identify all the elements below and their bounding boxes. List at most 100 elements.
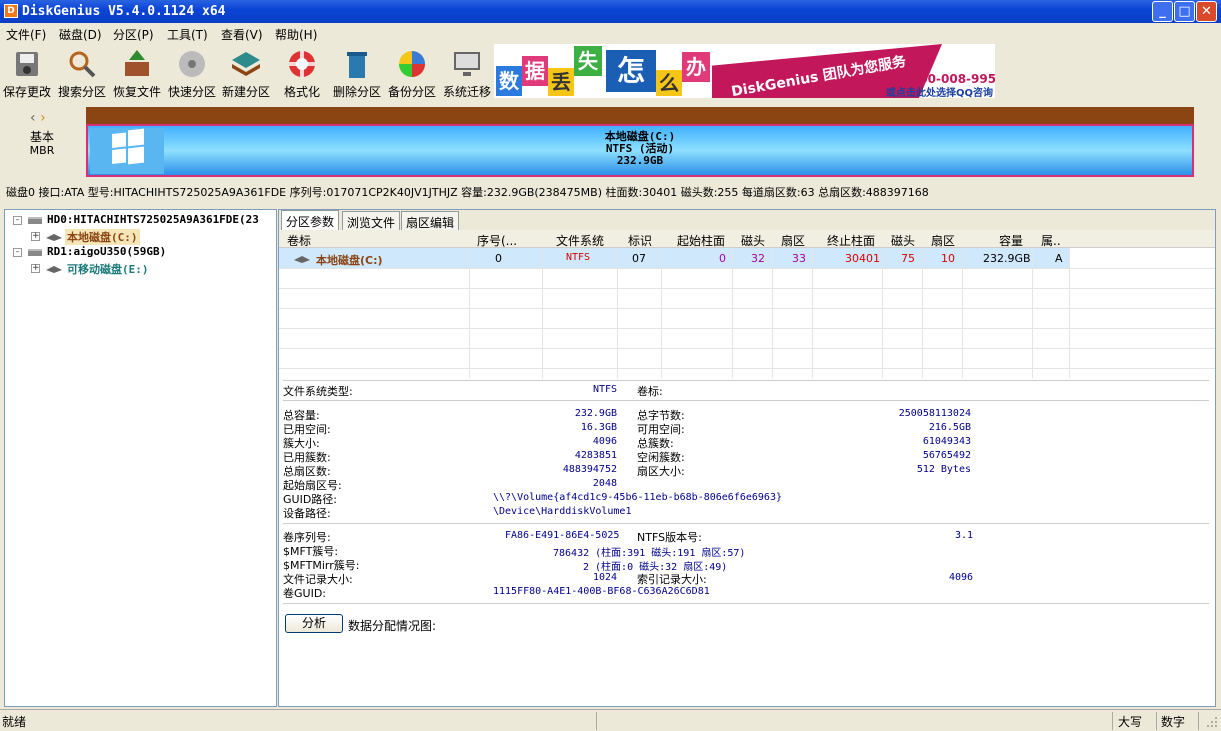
partition-block-text: 本地磁盘(C:) NTFS (活动) 232.9GB bbox=[88, 131, 1192, 167]
tab-browse-files[interactable]: 浏览文件 bbox=[342, 211, 401, 230]
menu-bar: 文件(F) 磁盘(D) 分区(P) 工具(T) 查看(V) 帮助(H) bbox=[0, 23, 1221, 42]
recover-files-button[interactable]: 恢复文件 bbox=[110, 46, 164, 99]
data-allocation-label: 数据分配情况图: bbox=[348, 619, 437, 633]
cell-index: 0 bbox=[495, 252, 502, 265]
col-capacity[interactable]: 容量 bbox=[999, 232, 1023, 249]
banner-char: 据 bbox=[522, 56, 548, 86]
quick-partition-button[interactable]: 快速分区 bbox=[165, 46, 219, 99]
cell-capacity: 232.9GB bbox=[983, 252, 1031, 265]
banner-char: 办 bbox=[682, 52, 710, 82]
maximize-button[interactable]: □ bbox=[1174, 1, 1195, 22]
analyze-button[interactable]: 分析 bbox=[285, 614, 343, 633]
fs-info-value: 16.3GB bbox=[580, 422, 617, 433]
format-button[interactable]: 格式化 bbox=[275, 46, 329, 99]
expand-icon[interactable]: + bbox=[31, 232, 40, 241]
volume-guid-label: 卷GUID: bbox=[283, 587, 326, 600]
fs-info-value: 512 Bytes bbox=[916, 464, 971, 475]
disk-nav-arrows[interactable]: ‹ › bbox=[30, 110, 46, 126]
cell-end-cylinder: 30401 bbox=[845, 252, 880, 265]
col-attributes[interactable]: 属.. bbox=[1041, 232, 1061, 249]
menu-tools[interactable]: 工具(T) bbox=[167, 26, 208, 43]
col-end-sector[interactable]: 扇区 bbox=[931, 232, 955, 249]
fs-info-value: 61049343 bbox=[922, 436, 971, 447]
resize-grip-icon[interactable] bbox=[1206, 716, 1218, 728]
col-filesystem[interactable]: 文件系统 bbox=[556, 232, 604, 249]
menu-file[interactable]: 文件(F) bbox=[6, 26, 46, 43]
hard-disk-icon bbox=[28, 217, 42, 224]
col-end-head[interactable]: 磁头 bbox=[891, 232, 915, 249]
close-button[interactable]: ✕ bbox=[1196, 1, 1217, 22]
caps-lock-indicator: 大写 bbox=[1118, 715, 1143, 729]
cell-start-sector: 33 bbox=[792, 252, 806, 265]
device-path-value: \Device\HarddiskVolume1 bbox=[493, 506, 632, 517]
partition-icon bbox=[46, 234, 62, 241]
arrow-right-icon[interactable]: › bbox=[40, 110, 46, 126]
fs-info-key: 扇区大小: bbox=[637, 465, 685, 478]
index-size-value: 4096 bbox=[949, 572, 974, 583]
new-partition-button[interactable]: 新建分区 bbox=[219, 46, 273, 99]
tree-item-removable-e[interactable]: 可移动磁盘(E:) bbox=[67, 261, 149, 277]
disk-type: 基本 bbox=[29, 130, 54, 144]
search-partition-button[interactable]: 搜索分区 bbox=[55, 46, 109, 99]
fs-info-value: 216.5GB bbox=[928, 422, 971, 433]
tab-partition-params[interactable]: 分区参数 bbox=[281, 210, 340, 230]
arrow-left-icon[interactable]: ‹ bbox=[30, 110, 36, 126]
fs-info-value: 2048 bbox=[592, 478, 617, 489]
banner-char: 丢 bbox=[548, 68, 574, 96]
backup-partition-button[interactable]: 备份分区 bbox=[385, 46, 439, 99]
fs-info-value: 488394752 bbox=[562, 464, 617, 475]
col-start-cylinder[interactable]: 起始柱面 bbox=[677, 232, 725, 249]
cell-id: 07 bbox=[632, 252, 646, 265]
col-start-sector[interactable]: 扇区 bbox=[781, 232, 805, 249]
menu-view[interactable]: 查看(V) bbox=[221, 26, 263, 43]
expand-icon[interactable]: + bbox=[31, 264, 40, 273]
fs-info-value: 4283851 bbox=[574, 450, 617, 461]
col-end-cylinder[interactable]: 终止柱面 bbox=[827, 232, 875, 249]
banner-char: 失 bbox=[574, 46, 602, 76]
delete-partition-button[interactable]: 删除分区 bbox=[330, 46, 384, 99]
disk-type-label: 基本 MBR bbox=[24, 130, 60, 158]
tab-sector-edit[interactable]: 扇区编辑 bbox=[401, 211, 460, 230]
partition-block-c[interactable]: 本地磁盘(C:) NTFS (活动) 232.9GB bbox=[86, 124, 1194, 177]
cell-start-cylinder: 0 bbox=[719, 252, 726, 265]
volume-serial-value: FA86-E491-86E4-5025 bbox=[505, 530, 620, 541]
col-id[interactable]: 标识 bbox=[628, 232, 652, 249]
fs-info-value: 232.9GB bbox=[574, 408, 617, 419]
minimize-button[interactable]: _ bbox=[1152, 1, 1173, 22]
disk-usage-bar bbox=[86, 107, 1194, 124]
collapse-icon[interactable]: - bbox=[13, 216, 22, 225]
disk-tree[interactable]: - HD0:HITACHIHTS725025A9A361FDE(23 + 本地磁… bbox=[4, 209, 277, 707]
title-bar: D DiskGenius V5.4.0.1124 x64 _ □ ✕ bbox=[0, 0, 1221, 23]
tree-item-hd0[interactable]: HD0:HITACHIHTS725025A9A361FDE(23 bbox=[47, 213, 259, 226]
save-changes-button[interactable]: 保存更改 bbox=[0, 46, 54, 99]
menu-disk[interactable]: 磁盘(D) bbox=[59, 26, 102, 43]
collapse-icon[interactable]: - bbox=[13, 248, 22, 257]
cell-filesystem: NTFS bbox=[566, 252, 591, 263]
cell-end-sector: 10 bbox=[941, 252, 955, 265]
col-volume-label[interactable]: 卷标 bbox=[287, 232, 311, 249]
search-icon bbox=[69, 51, 96, 78]
num-lock-indicator: 数字 bbox=[1161, 715, 1186, 729]
cell-end-head: 75 bbox=[901, 252, 915, 265]
fs-info-value: 4096 bbox=[592, 436, 617, 447]
menu-help[interactable]: 帮助(H) bbox=[275, 26, 317, 43]
device-path-label: 设备路径: bbox=[283, 507, 331, 520]
col-index[interactable]: 序号(... bbox=[477, 232, 517, 249]
volume-label-label: 卷标: bbox=[637, 385, 663, 398]
tree-item-local-disk-c[interactable]: 本地磁盘(C:) bbox=[65, 229, 140, 245]
disk-scheme: MBR bbox=[29, 144, 55, 157]
status-bar: 就绪 大写 数字 bbox=[0, 709, 1221, 731]
fs-info-value: 56765492 bbox=[922, 450, 971, 461]
menu-partition[interactable]: 分区(P) bbox=[113, 26, 154, 43]
tree-item-rd1[interactable]: RD1:aigoU350(59GB) bbox=[47, 245, 166, 258]
banner-ad[interactable]: 数 据 丢 失 怎 么 办 DiskGenius 团队为您服务 致电: 400-… bbox=[494, 44, 995, 98]
mft-value: 786432 (柱面:391 磁头:191 扇区:57) bbox=[553, 548, 746, 559]
monitor-icon bbox=[454, 52, 480, 76]
col-start-head[interactable]: 磁头 bbox=[741, 232, 765, 249]
index-size-label: 索引记录大小: bbox=[637, 573, 707, 586]
partition-icon bbox=[294, 256, 310, 263]
format-lifebuoy-icon bbox=[289, 51, 315, 77]
save-disk-icon bbox=[16, 52, 38, 76]
system-migration-button[interactable]: 系统迁移 bbox=[440, 46, 494, 99]
quick-partition-icon bbox=[179, 51, 205, 77]
